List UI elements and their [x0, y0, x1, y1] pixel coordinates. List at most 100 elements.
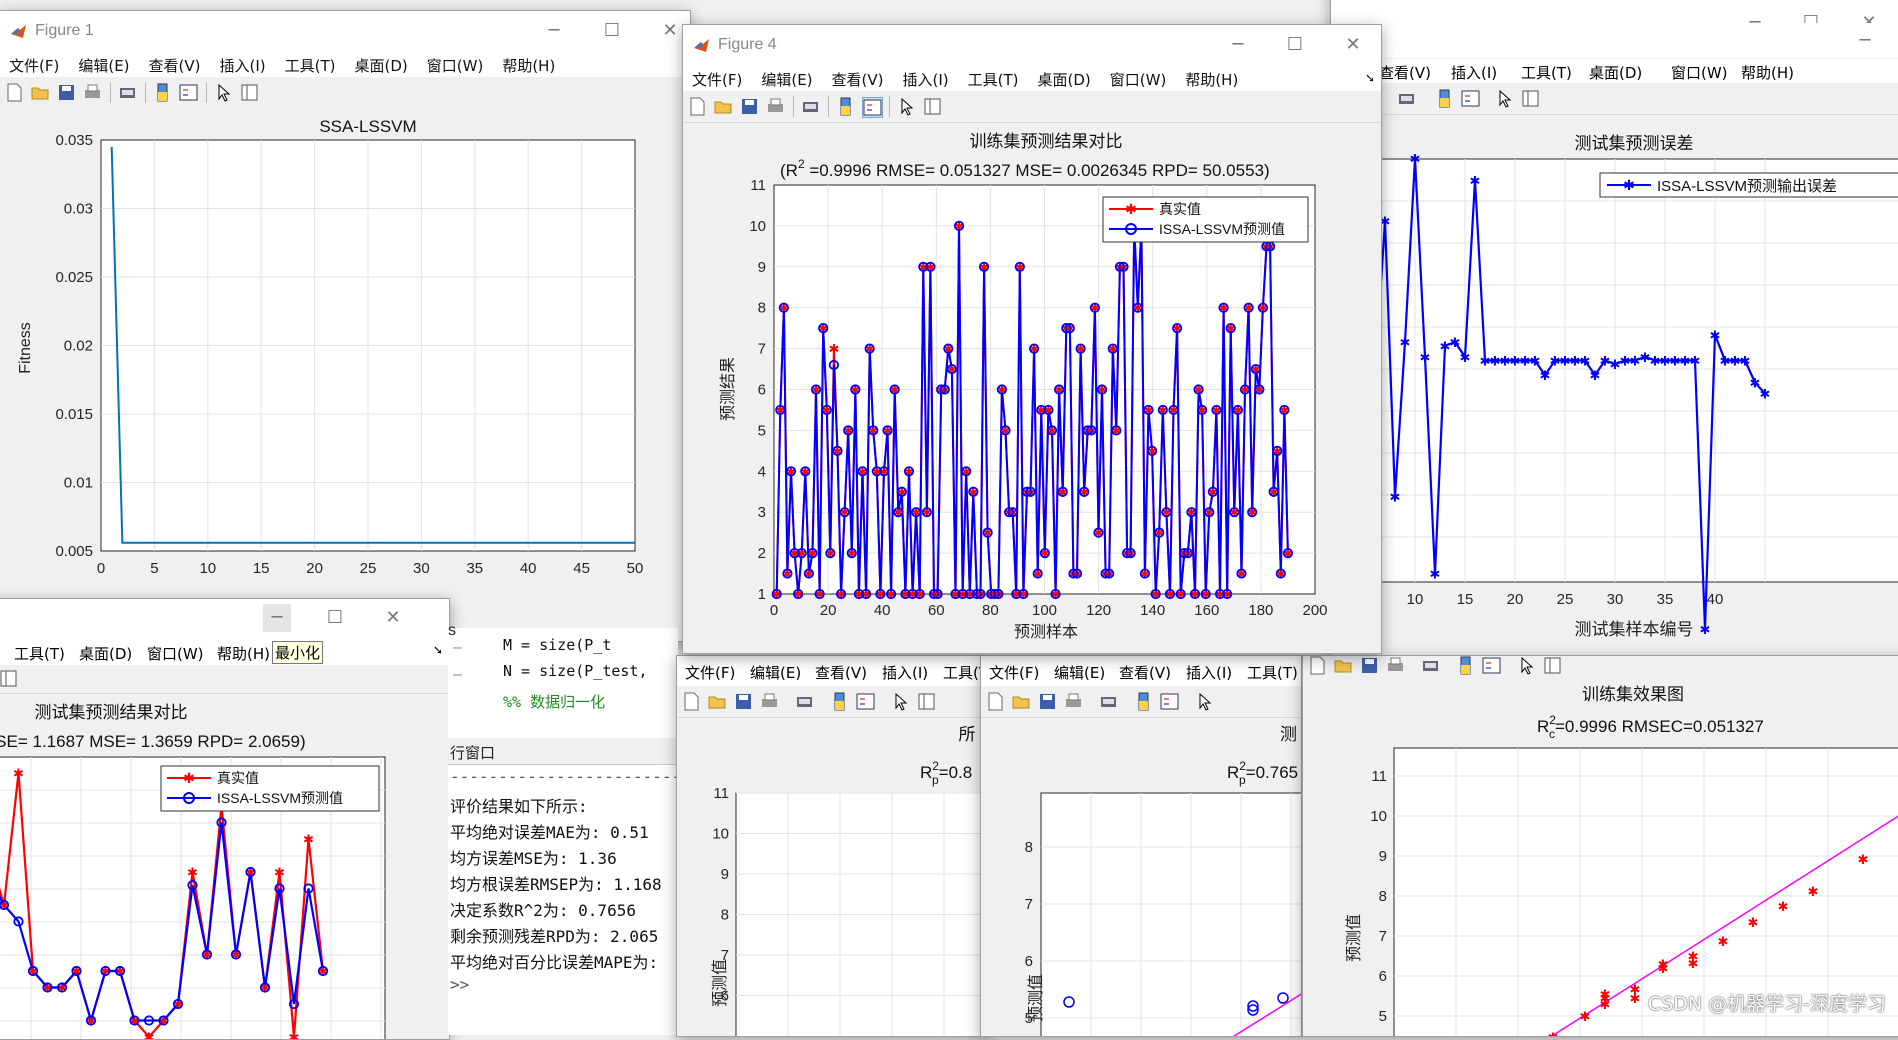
cmd-prompt[interactable]: >> — [450, 975, 469, 994]
menu-view[interactable]: 查看(V) — [1379, 62, 1431, 83]
menu-help[interactable]: 帮助(H) — [1741, 62, 1794, 83]
menu-desktop[interactable]: 桌面(D) — [1589, 62, 1642, 83]
minimize-icon[interactable]: ─ — [263, 604, 291, 632]
save-icon[interactable] — [1360, 656, 1379, 675]
menu-tools[interactable]: 工具(T) — [14, 643, 65, 664]
code-line-3[interactable]: %% 数据归一化 — [503, 691, 605, 712]
menu-help[interactable]: 帮助(H) — [217, 643, 270, 664]
pointer-icon[interactable] — [1495, 89, 1514, 108]
menu-insert[interactable]: 插入(I) — [882, 662, 928, 683]
close-icon[interactable]: ✕ — [1339, 31, 1367, 59]
open-folder-icon[interactable] — [1334, 656, 1353, 675]
new-figure-icon[interactable] — [1308, 656, 1327, 675]
new-figure-icon[interactable] — [5, 83, 24, 102]
pointer-icon[interactable] — [897, 97, 916, 116]
code-line-2[interactable]: N = size(P_test, — [503, 662, 648, 680]
property-editor-icon[interactable] — [1521, 89, 1540, 108]
colorbar-icon[interactable] — [1435, 89, 1454, 108]
legend-icon[interactable] — [1482, 656, 1501, 675]
print-icon[interactable] — [1386, 656, 1405, 675]
menu-view[interactable]: 查看(V) — [140, 53, 211, 76]
menu-desktop[interactable]: 桌面(D) — [79, 643, 132, 664]
legend-icon[interactable] — [179, 83, 198, 102]
colorbar-icon[interactable] — [1134, 692, 1153, 711]
print-preview-icon[interactable] — [1421, 656, 1440, 675]
menu-insert[interactable]: 插入(I) — [894, 67, 959, 90]
legend-icon[interactable] — [1461, 89, 1480, 108]
print-preview-icon[interactable] — [118, 83, 137, 102]
property-editor-icon[interactable] — [240, 83, 259, 102]
legend-icon[interactable] — [1160, 692, 1179, 711]
menu-edit[interactable]: 编辑(E) — [69, 53, 139, 76]
menu-insert[interactable]: 插入(I) — [211, 53, 276, 76]
pointer-icon[interactable] — [214, 83, 233, 102]
print-preview-icon[interactable] — [795, 692, 814, 711]
menu-edit[interactable]: 编辑(E) — [1054, 662, 1105, 683]
menu-window[interactable]: 窗口(W) — [147, 643, 204, 664]
save-icon[interactable] — [57, 83, 76, 102]
menu-tools[interactable]: 工具(T) — [959, 67, 1029, 90]
minimize-icon[interactable]: ─ — [540, 17, 568, 45]
new-figure-icon[interactable] — [682, 692, 701, 711]
pointer-icon[interactable] — [1517, 656, 1536, 675]
pointer-icon[interactable] — [1195, 692, 1214, 711]
new-figure-icon[interactable] — [986, 692, 1005, 711]
menu-window[interactable]: 窗口(W) — [1101, 67, 1177, 90]
open-folder-icon[interactable] — [708, 692, 727, 711]
pointer-icon[interactable] — [891, 692, 910, 711]
menu-file[interactable]: 文件(F) — [989, 662, 1039, 683]
colorbar-icon[interactable] — [153, 83, 172, 102]
open-folder-icon[interactable] — [1012, 692, 1031, 711]
print-icon[interactable] — [760, 692, 779, 711]
error-figure-titlebar[interactable]: ─ ☐ ✕ — [1331, 0, 1898, 33]
print-preview-icon[interactable] — [801, 97, 820, 116]
open-folder-icon[interactable] — [714, 97, 733, 116]
maximize-icon[interactable]: ☐ — [1281, 31, 1309, 59]
menu-insert[interactable]: 插入(I) — [1451, 62, 1497, 83]
print-preview-icon[interactable] — [1397, 89, 1416, 108]
menu-tools[interactable]: 工具(T) — [1521, 62, 1572, 83]
print-icon[interactable] — [1064, 692, 1083, 711]
save-icon[interactable] — [734, 692, 753, 711]
menu-window[interactable]: 窗口(W) — [418, 53, 494, 76]
minimize-icon[interactable]: ─ — [1851, 27, 1879, 55]
maximize-icon[interactable]: ☐ — [321, 604, 349, 632]
new-figure-icon[interactable] — [688, 97, 707, 116]
minimize-icon[interactable]: ─ — [1224, 31, 1252, 59]
print-icon[interactable] — [83, 83, 102, 102]
colorbar-icon[interactable] — [1456, 656, 1475, 675]
property-editor-icon[interactable] — [0, 669, 18, 688]
maximize-icon[interactable]: ☐ — [598, 17, 626, 45]
code-line-1[interactable]: M = size(P_t — [503, 636, 611, 654]
legend-icon[interactable] — [862, 97, 883, 118]
menu-view[interactable]: 查看(V) — [815, 662, 867, 683]
save-icon[interactable] — [1038, 692, 1057, 711]
command-window[interactable]: ------------------------------- 评价结果如下所示… — [448, 765, 749, 1035]
figure1-titlebar[interactable]: Figure 1 ─ ☐ ✕ — [0, 11, 690, 53]
menu-view[interactable]: 查看(V) — [823, 67, 894, 90]
test-figure-titlebar[interactable]: ─ ☐ ✕ — [0, 599, 449, 639]
figure4-titlebar[interactable]: Figure 4 ─ ☐ ✕ — [683, 25, 1381, 67]
menu-help[interactable]: 帮助(H) — [493, 53, 565, 76]
close-icon[interactable]: ✕ — [379, 604, 407, 632]
menu-file[interactable]: 文件(F) — [0, 53, 69, 76]
property-editor-icon[interactable] — [917, 692, 936, 711]
save-icon[interactable] — [740, 97, 759, 116]
menu-file[interactable]: 文件(F) — [685, 662, 735, 683]
open-folder-icon[interactable] — [31, 83, 50, 102]
menu-view[interactable]: 查看(V) — [1119, 662, 1171, 683]
print-icon[interactable] — [766, 97, 785, 116]
property-editor-icon[interactable] — [923, 97, 942, 116]
print-preview-icon[interactable] — [1099, 692, 1118, 711]
menu-edit[interactable]: 编辑(E) — [752, 67, 822, 90]
menu-window[interactable]: 窗口(W) — [1671, 62, 1728, 83]
menu-tools[interactable]: 工具(T) — [1247, 662, 1298, 683]
dock-arrow-icon[interactable]: ➘ — [1365, 71, 1375, 85]
property-editor-icon[interactable] — [1543, 656, 1562, 675]
menu-edit[interactable]: 编辑(E) — [750, 662, 801, 683]
colorbar-icon[interactable] — [836, 97, 855, 116]
menu-help[interactable]: 帮助(H) — [1176, 67, 1248, 90]
close-icon[interactable]: ✕ — [656, 17, 684, 45]
dock-arrow-icon[interactable]: ➘ — [433, 643, 443, 657]
legend-icon[interactable] — [856, 692, 875, 711]
